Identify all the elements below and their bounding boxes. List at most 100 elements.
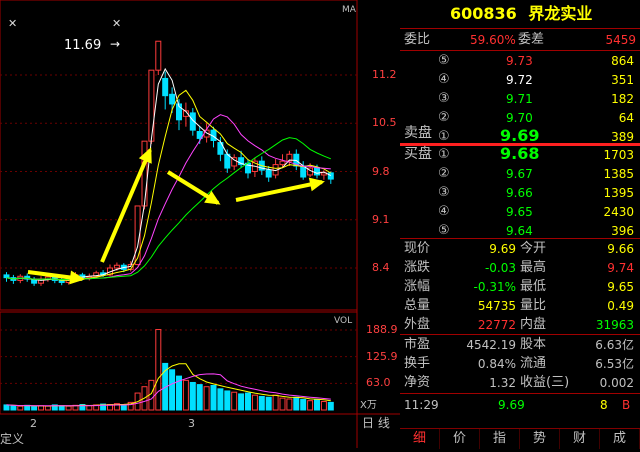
tab-deals[interactable]: 成 [600, 429, 640, 449]
fundamental-value: 4542.19 [466, 338, 516, 352]
stat-value: 31963 [595, 318, 634, 332]
bid-row[interactable]: ① 9.68 1703 [400, 146, 640, 166]
ask-row[interactable]: ⑤ 9.73 864 [400, 52, 640, 72]
stock-title: 600836 界龙实业 [450, 6, 592, 22]
bid-volume: 1395 [603, 186, 634, 200]
tab-index[interactable]: 指 [480, 429, 520, 449]
stat-label: 现价 [404, 241, 431, 256]
stat-row: 涨跌 -0.03 最高 9.74 [400, 259, 640, 279]
annotation-arrow [235, 180, 323, 202]
close-icon-2[interactable]: ✕ [8, 18, 17, 29]
fundamental-value: 6.63亿 [595, 338, 634, 352]
bid-row[interactable]: ② 9.67 1385 [400, 165, 640, 185]
tick-flag: B [622, 398, 631, 412]
stat-value: 54735 [477, 299, 516, 313]
volume-tick: 63.0 [366, 376, 391, 390]
volume-bar [224, 390, 231, 411]
candle [314, 167, 320, 176]
vol-label: VOL [334, 316, 353, 326]
volume-tick: 188.9 [366, 323, 398, 336]
bid-volume: 2430 [603, 205, 634, 219]
define-tab[interactable]: 定义 [0, 433, 24, 445]
volume-bar [196, 384, 203, 411]
ma10-line [6, 89, 332, 281]
volume-bar [307, 400, 314, 411]
volume-bar [182, 379, 189, 411]
fundamental-label: 股本 [520, 337, 547, 352]
price-tick: 10.5 [372, 116, 397, 130]
volume-bar [155, 329, 162, 411]
bid-row[interactable]: ③ 9.66 1395 [400, 184, 640, 204]
volume-bar [10, 405, 17, 411]
peak-price-label: 11.69 [64, 38, 102, 53]
stat-value: 22772 [477, 318, 516, 332]
ask-level: ⑤ [438, 53, 450, 68]
ask-price: 9.72 [506, 73, 533, 87]
stat-row: 涨幅 -0.31% 最低 9.65 [400, 278, 640, 298]
price-tick: 8.4 [372, 261, 390, 274]
volume-bar [272, 394, 279, 411]
stat-label: 涨幅 [404, 279, 431, 294]
tab-price[interactable]: 价 [440, 429, 480, 449]
candle [169, 93, 176, 105]
bid-price: 9.67 [506, 167, 533, 181]
stat-value: 9.65 [607, 280, 634, 294]
ask-row[interactable]: ④ 9.72 351 [400, 71, 640, 91]
ask-volume: 351 [611, 73, 634, 87]
tab-finance[interactable]: 财 [560, 429, 600, 449]
volume-bar [210, 384, 217, 411]
stock-name: 界龙实业 [528, 4, 593, 23]
annotation-arrowhead [308, 177, 325, 192]
fundamental-label: 净资 [404, 375, 431, 390]
weicha-label: 委差 [518, 32, 545, 47]
tab-trend[interactable]: 势 [520, 429, 560, 449]
candle [141, 140, 148, 207]
ma-label: MA [342, 5, 356, 15]
volume-bar [217, 388, 224, 411]
price-tick: 9.1 [372, 212, 390, 226]
candle [265, 169, 272, 178]
ask-level: ④ [438, 72, 450, 87]
volume-bar [17, 405, 24, 411]
stat-label: 涨跌 [404, 260, 431, 275]
volume-tick: 125.9 [366, 349, 398, 363]
candle [113, 264, 120, 269]
candle [162, 77, 169, 97]
close-icon[interactable]: ✕ [112, 18, 121, 29]
kline-chart[interactable]: MA ✕ ✕ 11.69 → 11.2 10.5 9.8 9.1 8.4 VOL 188… [0, 0, 400, 448]
bid-level: ③ [438, 185, 450, 200]
chart-canvas[interactable] [0, 0, 400, 448]
stat-row: 总量 54735 量比 0.49 [400, 297, 640, 317]
price-tick: 11.2 [372, 68, 397, 81]
ask-volume: 64 [618, 111, 634, 125]
candle [3, 274, 10, 279]
bid-row[interactable]: ④ 9.65 2430 [400, 203, 640, 223]
stat-label: 内盘 [520, 317, 547, 332]
bid-row[interactable]: ⑤ 9.64 396 [400, 222, 640, 242]
stat-label: 总量 [404, 298, 431, 313]
bid-price: 9.66 [506, 186, 533, 200]
volume-bar [65, 405, 72, 411]
stat-value: 0.49 [607, 299, 634, 313]
bid-volume: 1385 [603, 167, 634, 181]
volume-bar [327, 401, 334, 411]
stat-value: 9.66 [607, 242, 634, 256]
stat-value: -0.03 [484, 261, 516, 275]
volume-bar [300, 398, 307, 411]
stat-value: 9.74 [607, 261, 634, 275]
ma20-line [6, 114, 331, 281]
ask-level: ① [438, 129, 450, 144]
volume-bar [169, 369, 176, 411]
weicha-value: 5459 [605, 33, 636, 47]
tick-volume: 8 [600, 398, 608, 412]
candle [327, 172, 334, 180]
quote-panel: 600836 界龙实业 委比 59.60% 委差 5459 ⑤ 9.73 864 ④ 9… [400, 0, 640, 448]
volume-bar [293, 396, 300, 411]
fundamental-label: 换手 [404, 356, 431, 371]
period-selector[interactable]: 日 线 [362, 417, 390, 429]
ask-level: ③ [438, 91, 450, 106]
bid-level: ⑤ [438, 223, 450, 238]
bid-price: 9.64 [506, 224, 533, 238]
tab-detail[interactable]: 细 [400, 429, 440, 449]
ask-row[interactable]: ③ 9.71 182 [400, 90, 640, 110]
